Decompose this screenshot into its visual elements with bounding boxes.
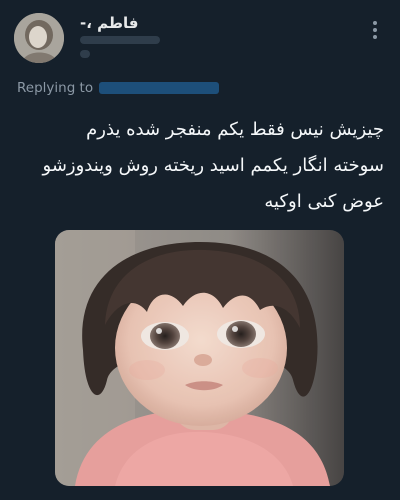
tweet-text-line: سوخته انگار یکمم اسید ریخته روش ویندوزشو bbox=[42, 155, 384, 176]
username-redacted bbox=[80, 36, 164, 66]
tweet-text: چیزیش نیس فقط یکم منفجر شده یذرم سوخته ا… bbox=[18, 112, 384, 220]
tweet-card: فاطم ،- Replying to چیزیش نیس فقط یکم من… bbox=[0, 0, 400, 500]
replying-to-line: Replying to bbox=[17, 80, 220, 96]
display-name[interactable]: فاطم ،- bbox=[80, 14, 139, 32]
more-options-button[interactable] bbox=[368, 18, 382, 42]
avatar-image bbox=[14, 13, 64, 63]
tweet-media-photo[interactable] bbox=[55, 230, 344, 486]
tweet-text-line: عوض کنی اوکیه bbox=[264, 191, 384, 212]
more-vertical-icon bbox=[373, 21, 377, 39]
child-photo bbox=[55, 230, 344, 486]
reply-mention-redacted[interactable] bbox=[99, 82, 220, 94]
replying-to-label: Replying to bbox=[17, 80, 94, 96]
avatar[interactable] bbox=[14, 13, 64, 63]
tweet-text-line: چیزیش نیس فقط یکم منفجر شده یذرم bbox=[86, 119, 384, 140]
